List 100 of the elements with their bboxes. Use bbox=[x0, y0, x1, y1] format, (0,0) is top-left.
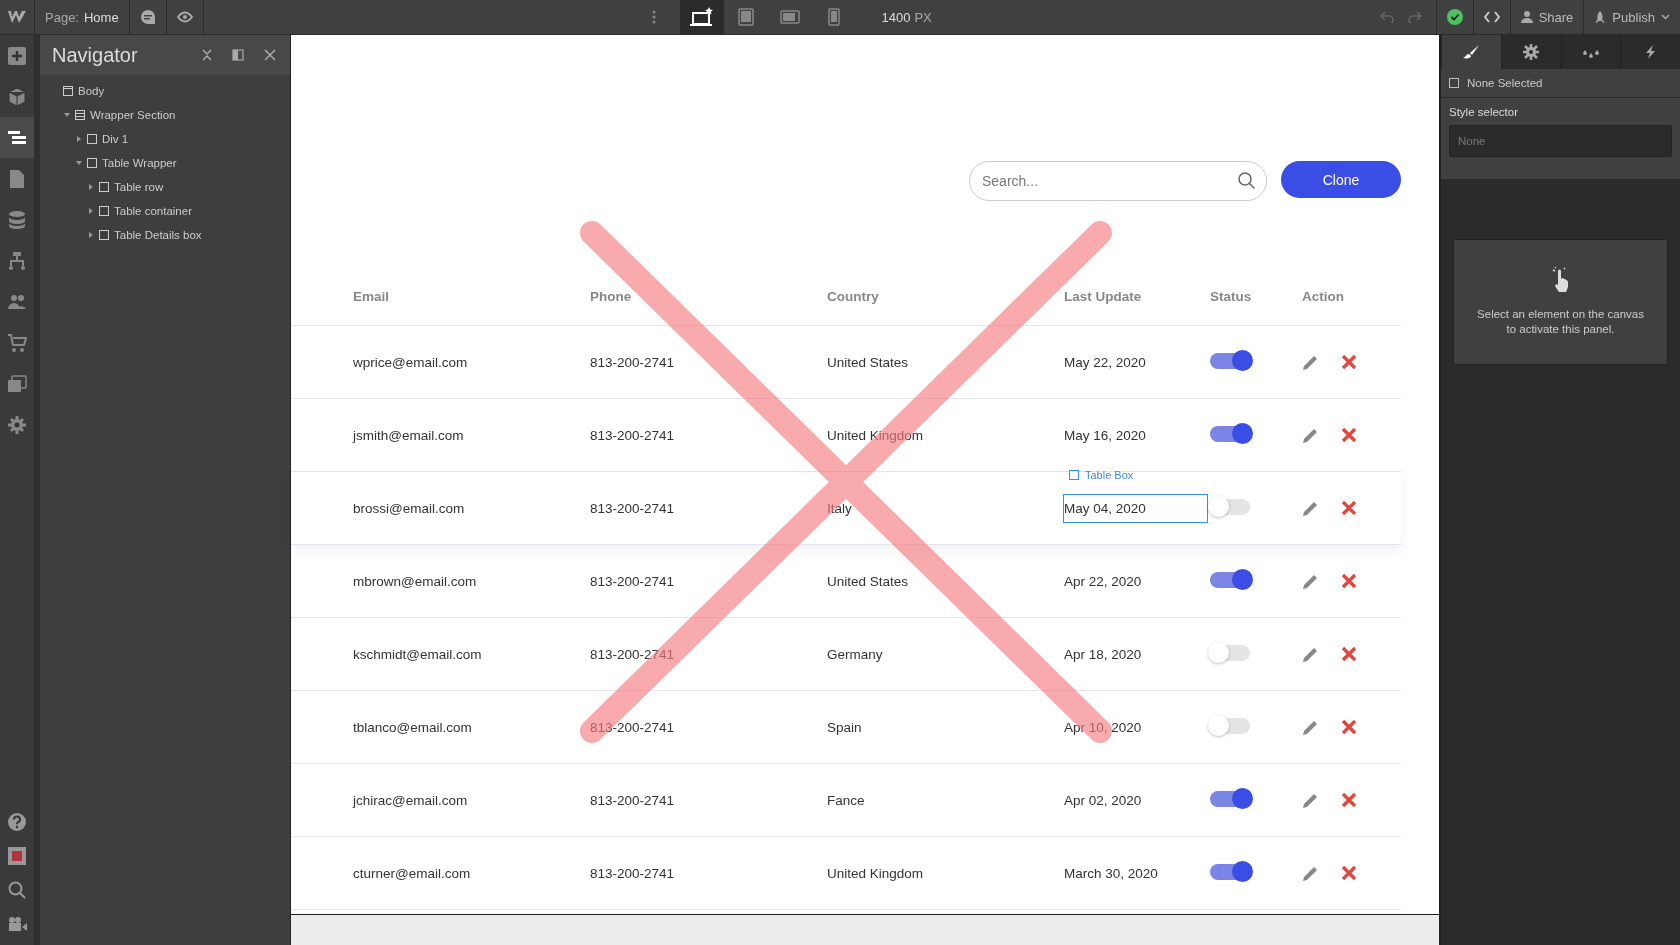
pointer-hand-icon bbox=[1551, 267, 1570, 294]
table-cell-text: jsmith@email.com bbox=[353, 427, 465, 443]
pencil-icon[interactable] bbox=[1302, 499, 1319, 517]
status-toggle[interactable] bbox=[1210, 790, 1250, 807]
table-cell-text: Spain bbox=[827, 719, 863, 735]
table-cell-text: 813-200-2741 bbox=[590, 792, 676, 808]
delete-icon[interactable] bbox=[1341, 427, 1357, 443]
caret-icon[interactable] bbox=[64, 112, 70, 118]
table-cell: Apr 10, 2020 bbox=[1064, 719, 1142, 735]
column-header: Email bbox=[353, 289, 391, 304]
caret-icon[interactable] bbox=[76, 136, 82, 142]
tree-item[interactable]: Wrapper Section bbox=[90, 109, 176, 121]
tree-item[interactable]: Body bbox=[78, 85, 105, 97]
delete-icon[interactable] bbox=[1341, 792, 1357, 808]
tablet-landscape-icon bbox=[779, 10, 800, 24]
table-cell-text: 813-200-2741 bbox=[590, 354, 676, 370]
pencil-icon[interactable] bbox=[1302, 864, 1319, 882]
tree-item[interactable]: Table Wrapper bbox=[102, 157, 177, 169]
pencil-icon[interactable] bbox=[1302, 572, 1319, 590]
chevron-down-icon bbox=[1661, 14, 1670, 20]
tree-item[interactable]: Table Details box bbox=[114, 229, 202, 241]
clone-button[interactable]: Clone bbox=[1281, 161, 1401, 198]
status-toggle[interactable] bbox=[1210, 571, 1250, 588]
navigator-title: Navigator bbox=[52, 43, 139, 67]
dock-icon[interactable] bbox=[232, 49, 244, 61]
share-button[interactable]: Share bbox=[1509, 0, 1584, 34]
table-cell-text: wprice@email.com bbox=[353, 354, 469, 370]
status-toggle[interactable] bbox=[1210, 425, 1250, 442]
code-icon[interactable] bbox=[1483, 11, 1500, 23]
caret-icon[interactable] bbox=[88, 232, 94, 238]
pencil-icon[interactable] bbox=[1302, 426, 1319, 444]
delete-icon[interactable] bbox=[1341, 573, 1357, 589]
delete-icon[interactable] bbox=[1341, 354, 1357, 370]
table-cell: Apr 02, 2020 bbox=[1064, 792, 1142, 808]
table-cell: March 30, 2020 bbox=[1064, 865, 1158, 881]
table-cell-text: Fance bbox=[827, 792, 866, 808]
style-selector-field[interactable]: None bbox=[1449, 125, 1672, 157]
tree-item[interactable]: Table row bbox=[114, 181, 164, 193]
close-icon[interactable] bbox=[264, 49, 276, 61]
delete-icon[interactable] bbox=[1341, 719, 1357, 735]
device-button[interactable] bbox=[679, 0, 724, 34]
comment-icon[interactable] bbox=[139, 9, 156, 25]
tree-item[interactable]: Table container bbox=[114, 205, 192, 217]
status-toggle[interactable] bbox=[1210, 717, 1250, 734]
table-cell-text: 813-200-2741 bbox=[590, 500, 676, 516]
phone-icon bbox=[827, 8, 840, 26]
video-camera-icon[interactable] bbox=[7, 916, 27, 932]
desktop-icon bbox=[689, 7, 714, 27]
navigator-icon[interactable] bbox=[0, 117, 34, 158]
selection-tag[interactable]: Table Box bbox=[1069, 468, 1134, 481]
table-cell: Apr 18, 2020 bbox=[1064, 646, 1142, 662]
table-cell-text: 813-200-2741 bbox=[590, 865, 676, 881]
pencil-icon[interactable] bbox=[1302, 791, 1319, 809]
caret-icon[interactable] bbox=[76, 160, 82, 166]
page-label: Page: bbox=[45, 9, 79, 25]
status-toggle[interactable] bbox=[1210, 863, 1250, 880]
column-header: Status bbox=[1210, 289, 1253, 304]
page-name[interactable]: Home bbox=[84, 9, 119, 25]
table-cell-text: United States bbox=[827, 573, 910, 589]
collapse-icon[interactable] bbox=[202, 49, 212, 61]
delete-icon[interactable] bbox=[1341, 500, 1357, 516]
window-icon bbox=[63, 86, 73, 96]
status-toggle[interactable] bbox=[1210, 498, 1250, 515]
tree-item[interactable]: Div 1 bbox=[102, 133, 129, 145]
status-toggle[interactable] bbox=[1210, 352, 1250, 369]
check-circle-icon[interactable] bbox=[1446, 9, 1463, 25]
checkbox-icon[interactable] bbox=[1449, 78, 1459, 88]
eye-icon[interactable] bbox=[176, 11, 193, 23]
brush-icon[interactable] bbox=[1441, 35, 1501, 69]
canvas-width[interactable]: 1400 bbox=[881, 9, 911, 25]
delete-icon[interactable] bbox=[1341, 646, 1357, 662]
table-cell: May 22, 2020 bbox=[1064, 354, 1146, 370]
table-cell-text: 813-200-2741 bbox=[590, 719, 676, 735]
table-cell-text: Italy bbox=[827, 500, 853, 516]
delete-icon[interactable] bbox=[1341, 865, 1357, 881]
table-cell-text: cturner@email.com bbox=[353, 865, 472, 881]
table-cell-text: United Kingdom bbox=[827, 427, 925, 443]
square-icon bbox=[87, 134, 97, 144]
search-field[interactable]: Search... bbox=[969, 161, 1267, 201]
record-icon[interactable] bbox=[8, 847, 26, 865]
column-header: Action bbox=[1302, 289, 1345, 304]
square-icon bbox=[99, 182, 109, 192]
table-cell-text: mbrown@email.com bbox=[353, 573, 478, 589]
caret-icon[interactable] bbox=[88, 184, 94, 190]
publish-button[interactable]: Publish bbox=[1583, 0, 1680, 34]
status-toggle[interactable] bbox=[1210, 644, 1250, 661]
pencil-icon[interactable] bbox=[1302, 645, 1319, 663]
caret-icon[interactable] bbox=[88, 208, 94, 214]
search-icon bbox=[1238, 172, 1255, 189]
table-cell-text: kschmidt@email.com bbox=[353, 646, 483, 662]
column-header: Country bbox=[827, 289, 880, 304]
selection-status: None Selected bbox=[1467, 77, 1543, 89]
pencil-icon[interactable] bbox=[1302, 718, 1319, 736]
square-icon bbox=[1069, 469, 1079, 480]
help-icon[interactable] bbox=[7, 812, 27, 832]
column-header: Phone bbox=[590, 289, 633, 304]
more-icon[interactable] bbox=[651, 10, 656, 24]
table-cell-text: 813-200-2741 bbox=[590, 646, 676, 662]
pencil-icon[interactable] bbox=[1302, 353, 1319, 371]
search-icon[interactable] bbox=[8, 881, 26, 899]
